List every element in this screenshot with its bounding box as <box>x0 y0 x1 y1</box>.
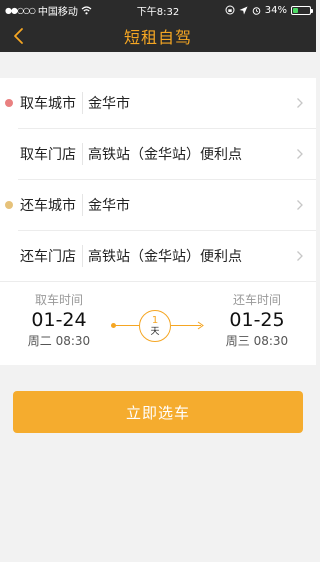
arrow-right-icon <box>197 321 204 330</box>
pickup-marker-icon <box>5 99 13 107</box>
return-weekday-time: 周三 08:30 <box>225 334 289 348</box>
pickup-weekday-time: 周二 08:30 <box>27 334 91 348</box>
return-time-label: 还车时间 <box>232 293 281 307</box>
divider <box>82 92 83 114</box>
timeline-line-left <box>115 325 139 326</box>
return-time-block[interactable]: 还车时间 01-25 周三 08:30 <box>212 291 302 349</box>
nav-bar: 短租自驾 <box>0 20 316 52</box>
chevron-right-icon <box>297 98 303 108</box>
battery-fill <box>293 7 298 13</box>
return-city-label: 还车城市 <box>20 198 76 214</box>
chevron-right-icon <box>297 200 303 210</box>
row-divider <box>0 281 316 282</box>
pickup-date: 01-24 <box>31 309 87 331</box>
rental-form-card: 取车城市 金华市 取车门店 高铁站（金华站）便利点 还车城市 金华市 还车门店 … <box>0 78 316 365</box>
pickup-store-value: 高铁站（金华站）便利点 <box>88 147 242 163</box>
battery-icon <box>291 5 313 15</box>
chevron-right-icon <box>297 149 303 159</box>
return-city-value: 金华市 <box>88 198 130 214</box>
pickup-city-label: 取车城市 <box>20 96 76 112</box>
return-city-row[interactable]: 还车城市 金华市 <box>0 180 316 230</box>
pickup-time-block[interactable]: 取车时间 01-24 周二 08:30 <box>14 291 104 349</box>
divider <box>82 143 83 165</box>
chevron-right-icon <box>297 251 303 261</box>
return-store-value: 高铁站（金华站）便利点 <box>88 249 242 265</box>
rental-period: 取车时间 01-24 周二 08:30 1 天 还车时间 01-25 周三 08… <box>0 283 316 365</box>
status-bar: ●●○○○ 中国移动 下午8:32 34% <box>0 0 316 20</box>
pickup-store-label: 取车门店 <box>20 147 76 163</box>
pickup-city-row[interactable]: 取车城市 金华市 <box>0 78 316 128</box>
return-store-label: 还车门店 <box>20 249 76 265</box>
duration-count: 1 <box>151 315 159 326</box>
back-icon[interactable] <box>10 26 30 46</box>
divider <box>82 194 83 216</box>
duration-badge: 1 天 <box>139 310 171 342</box>
return-store-row[interactable]: 还车门店 高铁站（金华站）便利点 <box>0 231 316 281</box>
battery-tip <box>311 8 313 13</box>
pickup-time-label: 取车时间 <box>34 293 83 307</box>
divider <box>82 245 83 267</box>
page-title: 短租自驾 <box>123 28 192 47</box>
select-car-button[interactable]: 立即选车 <box>13 391 303 433</box>
pickup-store-row[interactable]: 取车门店 高铁站（金华站）便利点 <box>0 129 316 179</box>
pickup-city-value: 金华市 <box>88 96 130 112</box>
return-marker-icon <box>5 201 13 209</box>
return-date: 01-25 <box>229 309 285 331</box>
status-time: 下午8:32 <box>136 6 180 18</box>
duration-unit: 天 <box>150 327 160 337</box>
